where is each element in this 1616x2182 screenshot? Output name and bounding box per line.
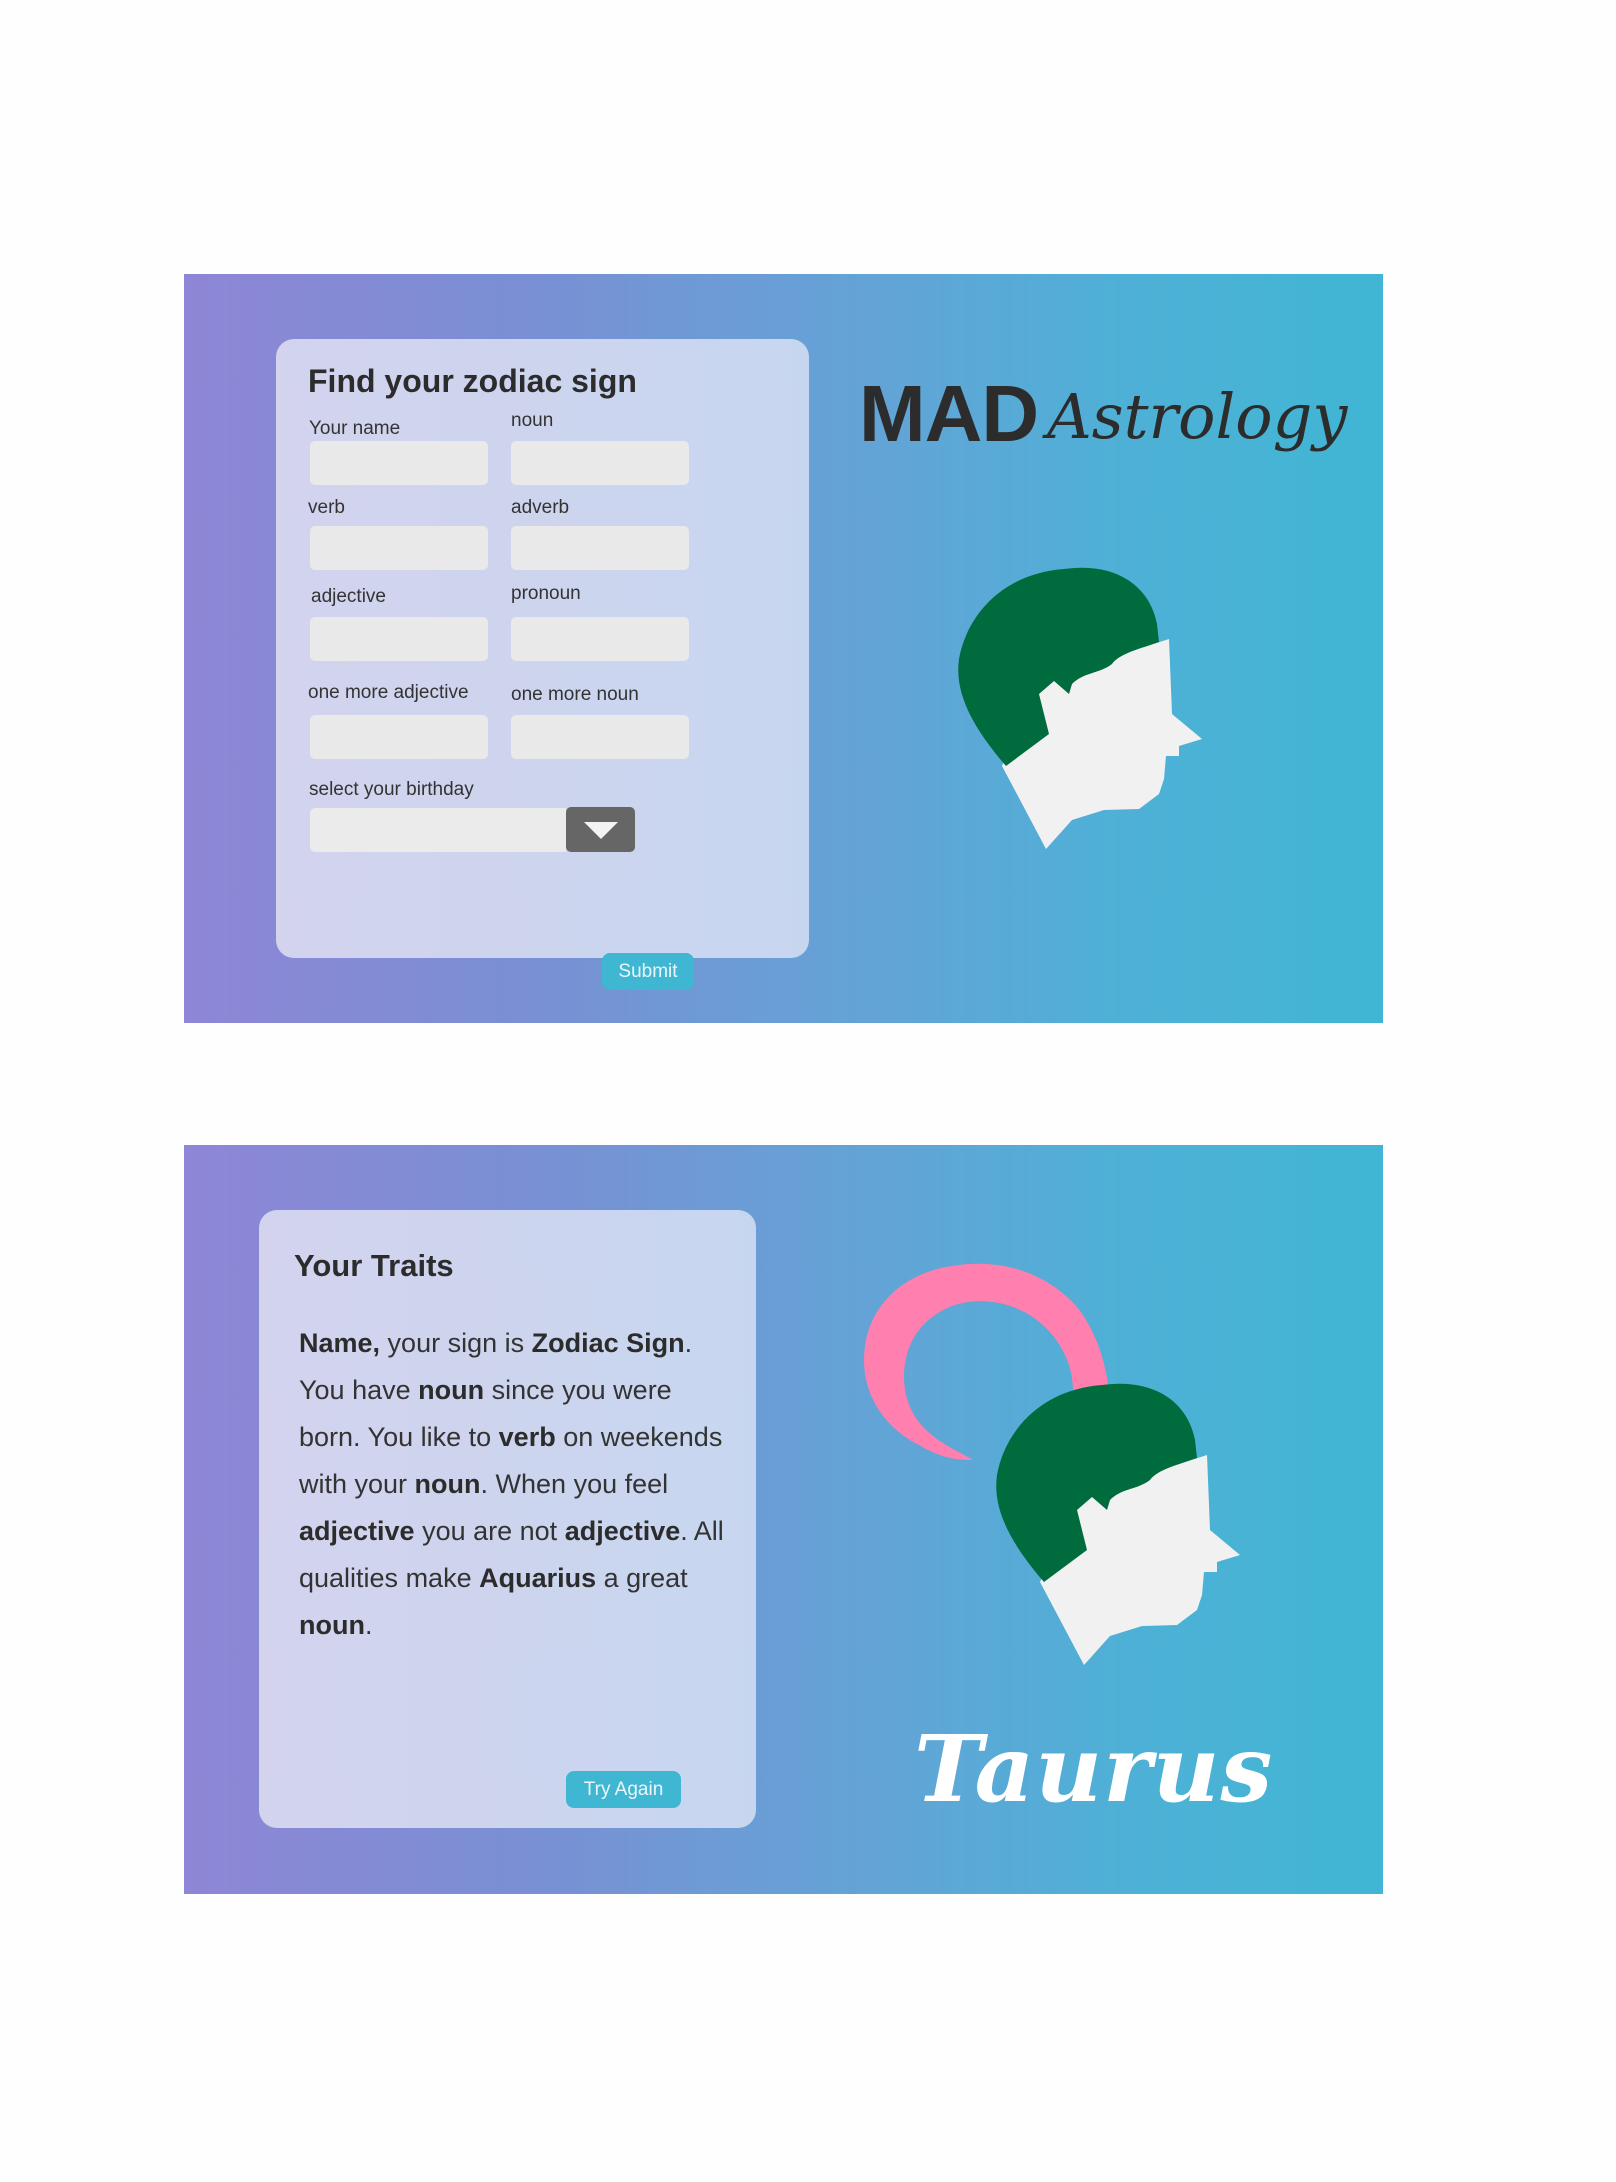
birthday-dropdown-button[interactable] [566, 807, 635, 852]
more-noun-input[interactable] [511, 715, 689, 759]
adjective-input[interactable] [310, 617, 488, 661]
traits-name: Name, [299, 1328, 381, 1358]
pronoun-label: pronoun [511, 583, 581, 604]
head-profile-illustration [996, 1383, 1240, 1665]
name-label: Your name [309, 418, 401, 439]
submit-button[interactable]: Submit [602, 953, 694, 990]
zodiac-result-panel: Your Traits Name, your sign is Zodiac Si… [184, 1145, 1383, 1894]
traits-zodiac-sign: Zodiac Sign [531, 1328, 685, 1358]
noun-label: noun [511, 410, 554, 431]
more-adjective-label: one more adjective [308, 682, 469, 703]
zodiac-sign-name: Taurus [914, 1715, 1274, 1823]
traits-card: Your Traits Name, your sign is Zodiac Si… [259, 1210, 756, 1828]
zodiac-form-panel: Find your zodiac sign Your name noun ver… [184, 274, 1383, 1023]
adverb-label: adverb [511, 497, 570, 518]
name-input[interactable] [310, 441, 488, 485]
adjective-label: adjective [311, 586, 386, 607]
form-title: Find your zodiac sign [308, 363, 637, 399]
try-again-button[interactable]: Try Again [566, 1771, 681, 1808]
logo-astrology: Astrology [1047, 380, 1348, 453]
logo-mad: MAD [859, 369, 1039, 458]
chevron-down-icon [584, 822, 618, 839]
adverb-input[interactable] [511, 526, 689, 570]
noun-input[interactable] [511, 441, 689, 485]
verb-input[interactable] [310, 526, 488, 570]
more-adjective-input[interactable] [310, 715, 488, 759]
traits-text: Name, your sign is Zodiac Sign. You have… [299, 1328, 724, 1640]
birthday-select[interactable] [310, 808, 566, 852]
pronoun-input[interactable] [511, 617, 689, 661]
more-noun-label: one more noun [511, 684, 639, 705]
verb-label: verb [308, 497, 345, 518]
head-profile-illustration [958, 567, 1202, 849]
traits-title: Your Traits [294, 1248, 454, 1283]
form-card: Find your zodiac sign Your name noun ver… [276, 339, 809, 990]
birthday-label: select your birthday [309, 779, 474, 800]
